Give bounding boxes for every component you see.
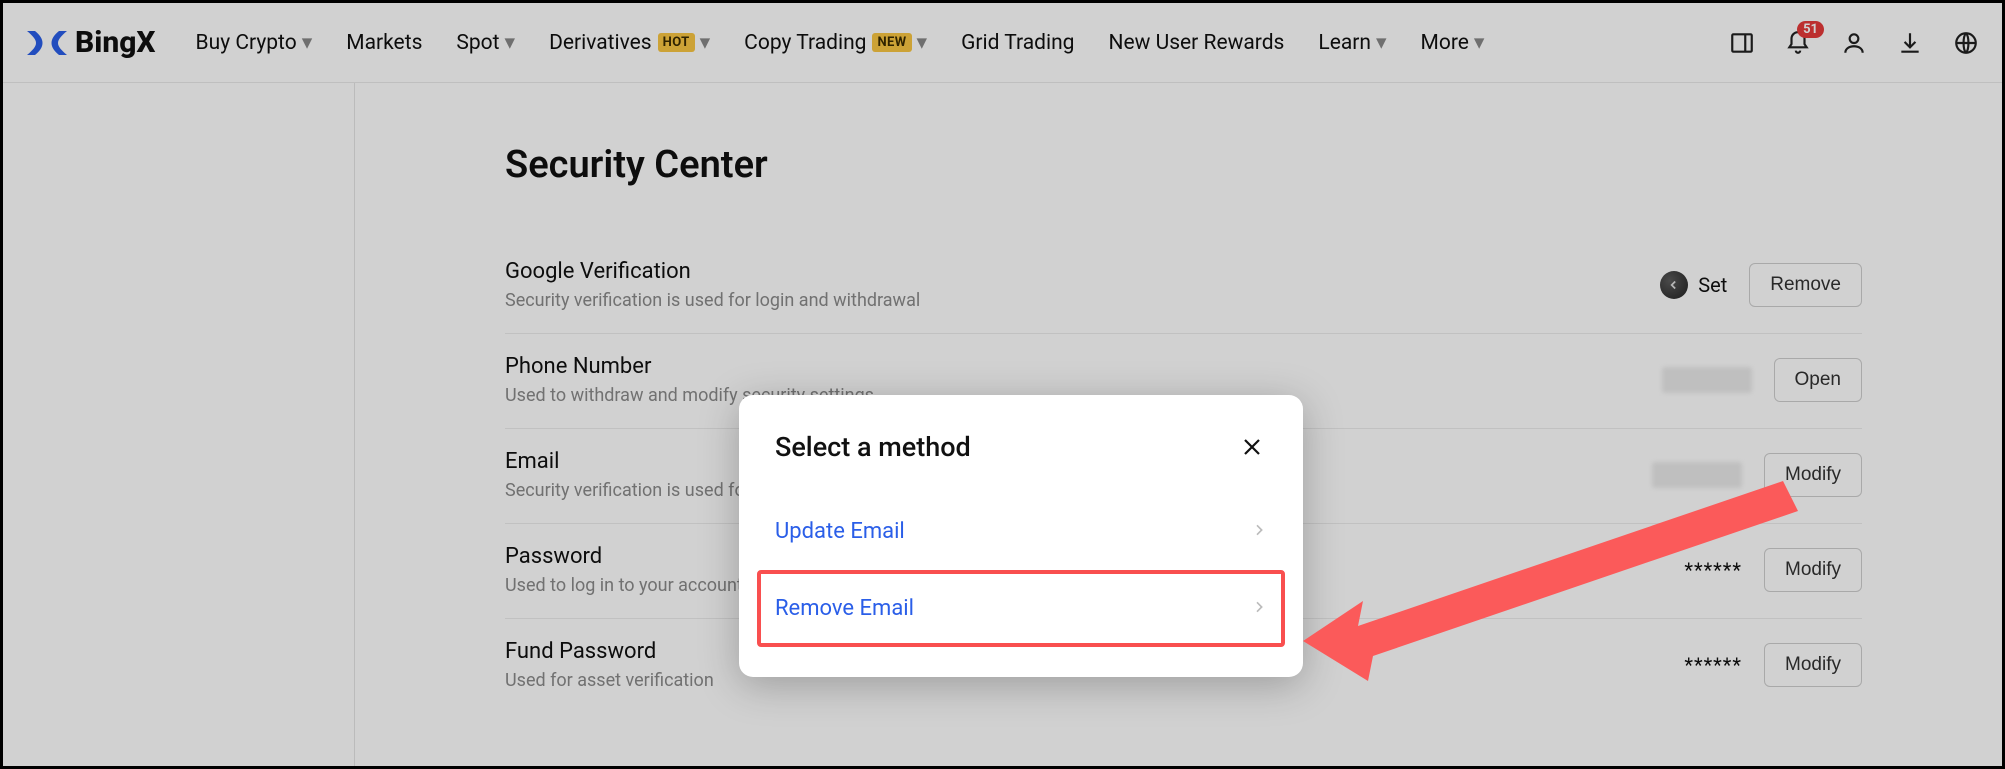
status-label: Set bbox=[1698, 273, 1727, 297]
chevron-down-icon: ▾ bbox=[917, 30, 928, 55]
nav-derivatives-label: Derivatives bbox=[549, 31, 652, 55]
password-mask: ****** bbox=[1684, 558, 1742, 582]
nav-spot[interactable]: Spot ▾ bbox=[456, 30, 515, 55]
select-method-modal: Select a method Update Email Remove Emai… bbox=[739, 395, 1303, 677]
hot-badge: HOT bbox=[658, 33, 695, 52]
chevron-down-icon: ▾ bbox=[700, 30, 711, 55]
nav-buy-crypto[interactable]: Buy Crypto ▾ bbox=[196, 30, 313, 55]
nav-markets[interactable]: Markets bbox=[346, 31, 422, 55]
nav-more-label: More bbox=[1421, 31, 1469, 55]
nav-buy-crypto-label: Buy Crypto bbox=[196, 31, 297, 55]
modify-button[interactable]: Modify bbox=[1764, 643, 1862, 687]
nav-grid-trading-label: Grid Trading bbox=[961, 31, 1074, 55]
nav-markets-label: Markets bbox=[346, 31, 422, 55]
chevron-down-icon: ▾ bbox=[505, 30, 516, 55]
modal-option-label: Remove Email bbox=[775, 596, 914, 621]
bell-icon[interactable]: 51 bbox=[1784, 29, 1812, 57]
nav-grid-trading[interactable]: Grid Trading bbox=[961, 31, 1074, 55]
status-dot-icon bbox=[1660, 271, 1688, 299]
masked-value bbox=[1662, 367, 1752, 393]
notification-count-badge: 51 bbox=[1797, 21, 1824, 38]
status-set: Set bbox=[1660, 271, 1727, 299]
modal-title: Select a method bbox=[775, 431, 971, 463]
modify-button[interactable]: Modify bbox=[1764, 548, 1862, 592]
sidebar bbox=[3, 83, 355, 766]
row-title: Google Verification bbox=[505, 259, 1660, 284]
fund-password-mask: ****** bbox=[1684, 653, 1742, 677]
main-nav: Buy Crypto ▾ Markets Spot ▾ Derivatives … bbox=[196, 30, 1485, 55]
user-icon[interactable] bbox=[1840, 29, 1868, 57]
row-desc: Security verification is used for login … bbox=[505, 290, 1660, 311]
modify-button[interactable]: Modify bbox=[1764, 453, 1862, 497]
wallet-icon[interactable] bbox=[1728, 29, 1756, 57]
chevron-right-icon bbox=[1251, 519, 1267, 544]
row-google-verification: Google Verification Security verificatio… bbox=[505, 239, 1862, 334]
page-title: Security Center bbox=[505, 143, 1862, 187]
download-icon[interactable] bbox=[1896, 29, 1924, 57]
nav-copy-trading-label: Copy Trading bbox=[744, 31, 866, 55]
top-nav: BingX Buy Crypto ▾ Markets Spot ▾ Deriva… bbox=[3, 3, 2002, 83]
nav-copy-trading[interactable]: Copy Trading NEW ▾ bbox=[744, 30, 927, 55]
modal-option-remove-email[interactable]: Remove Email bbox=[757, 570, 1285, 647]
logo-mark-icon bbox=[25, 27, 69, 59]
nav-spot-label: Spot bbox=[456, 31, 499, 55]
modal-option-update-email[interactable]: Update Email bbox=[757, 493, 1285, 570]
brand-logo[interactable]: BingX bbox=[25, 25, 156, 60]
chevron-down-icon: ▾ bbox=[1376, 30, 1387, 55]
nav-derivatives[interactable]: Derivatives HOT ▾ bbox=[549, 30, 710, 55]
remove-button[interactable]: Remove bbox=[1749, 263, 1862, 307]
brand-name: BingX bbox=[75, 25, 156, 60]
nav-new-user-rewards-label: New User Rewards bbox=[1108, 31, 1284, 55]
chevron-right-icon bbox=[1251, 596, 1267, 621]
nav-learn[interactable]: Learn ▾ bbox=[1318, 30, 1386, 55]
masked-value bbox=[1652, 462, 1742, 488]
nav-learn-label: Learn bbox=[1318, 31, 1371, 55]
open-button[interactable]: Open bbox=[1774, 358, 1862, 402]
chevron-down-icon: ▾ bbox=[1474, 30, 1485, 55]
new-badge: NEW bbox=[872, 33, 911, 52]
header-actions: 51 bbox=[1728, 29, 1980, 57]
chevron-down-icon: ▾ bbox=[302, 30, 313, 55]
nav-new-user-rewards[interactable]: New User Rewards bbox=[1108, 31, 1284, 55]
modal-option-label: Update Email bbox=[775, 519, 905, 544]
nav-more[interactable]: More ▾ bbox=[1421, 30, 1485, 55]
globe-icon[interactable] bbox=[1952, 29, 1980, 57]
close-icon[interactable] bbox=[1237, 432, 1267, 462]
row-title: Phone Number bbox=[505, 354, 1662, 379]
